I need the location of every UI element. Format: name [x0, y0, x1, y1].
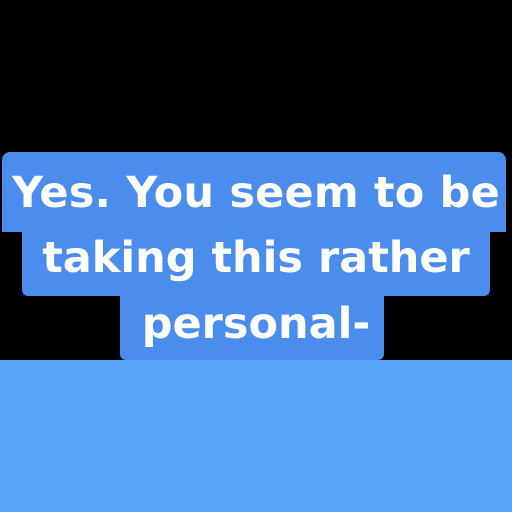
caption-line-2: taking this rather — [42, 233, 470, 283]
caption-line-1: Yes. You seem to be — [11, 168, 501, 218]
caption-line-3: personal- — [141, 299, 371, 349]
blue-background-fill — [0, 360, 512, 512]
sticker-canvas: { "caption": { "lines": [ "Yes. You seem… — [0, 0, 512, 512]
